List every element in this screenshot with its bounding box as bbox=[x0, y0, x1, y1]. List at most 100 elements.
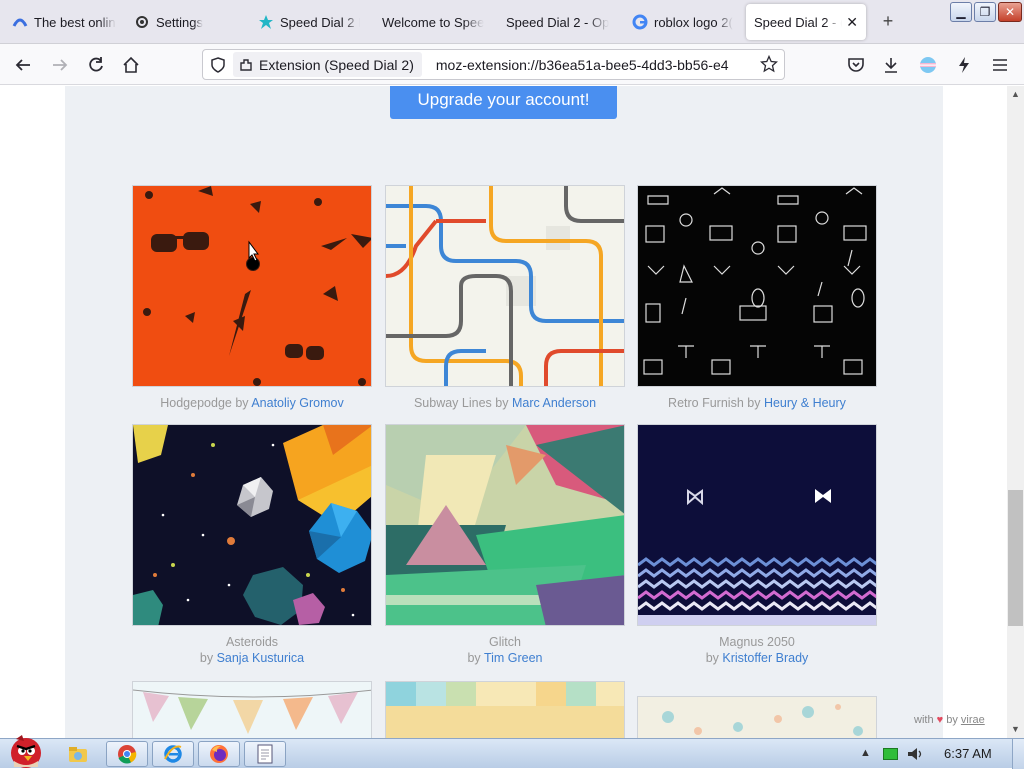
author-link[interactable]: Tim Green bbox=[484, 651, 543, 665]
wallpaper-caption: Subway Lines by Marc Anderson bbox=[385, 395, 625, 411]
lightning-icon bbox=[959, 57, 969, 73]
taskbar-firefox[interactable] bbox=[198, 741, 240, 767]
wallpaper-card-bunting[interactable] bbox=[132, 681, 372, 738]
credit-by-label: by bbox=[946, 714, 958, 726]
taskbar-chrome[interactable] bbox=[106, 741, 148, 767]
network-icon[interactable] bbox=[883, 748, 898, 760]
wallpaper-thumbnail[interactable] bbox=[637, 185, 877, 387]
wallpaper-caption: Magnus 2050 by Kristoffer Brady bbox=[637, 634, 877, 666]
wallpaper-thumbnail[interactable] bbox=[637, 424, 877, 626]
tracking-shield-icon[interactable] bbox=[203, 56, 233, 73]
show-desktop-button[interactable] bbox=[1012, 739, 1024, 769]
wallpaper-thumbnail[interactable] bbox=[385, 681, 625, 738]
author-link[interactable]: Kristoffer Brady bbox=[722, 651, 808, 665]
wallpaper-thumbnail[interactable] bbox=[637, 696, 877, 738]
wallpaper-thumbnail[interactable] bbox=[385, 424, 625, 626]
taskbar-explorer[interactable] bbox=[58, 741, 98, 767]
tab-4[interactable]: Welcome to Spee bbox=[374, 4, 492, 40]
site-identity[interactable]: Extension (Speed Dial 2) bbox=[233, 52, 422, 77]
menu-button[interactable] bbox=[987, 52, 1013, 78]
back-arrow-icon bbox=[15, 59, 30, 71]
extensions-button[interactable] bbox=[951, 52, 977, 78]
extension-icon bbox=[239, 58, 253, 72]
url-text[interactable]: moz-extension://b36ea51a-bee5-4dd3-bb56-… bbox=[436, 57, 754, 73]
chrome-icon bbox=[118, 745, 137, 764]
wallpaper-card-pastel[interactable] bbox=[385, 681, 625, 738]
tab-label: Settings bbox=[156, 14, 203, 30]
mullvad-icon bbox=[12, 14, 28, 30]
tab-1[interactable]: The best onlin bbox=[4, 4, 124, 40]
by-label: by bbox=[199, 651, 214, 665]
tab-2[interactable]: Settings bbox=[126, 4, 244, 40]
wallpaper-card-floral[interactable] bbox=[637, 696, 877, 738]
reload-button[interactable] bbox=[83, 52, 109, 78]
page-content: Upgrade your account! Hodgepodge by Anat… bbox=[0, 86, 1007, 738]
wallpaper-card-magnus-2050[interactable]: Magnus 2050 by Kristoffer Brady bbox=[637, 424, 877, 666]
wallpaper-thumbnail[interactable] bbox=[132, 424, 372, 626]
upgrade-account-button[interactable]: Upgrade your account! bbox=[390, 86, 617, 119]
tab-label: Speed Dial 2 - Op bbox=[506, 14, 610, 30]
tab-3[interactable]: Speed Dial 2 I bbox=[250, 4, 368, 40]
scroll-up-icon[interactable]: ▲ bbox=[1007, 86, 1024, 103]
wallpaper-thumbnail[interactable] bbox=[385, 185, 625, 387]
address-bar[interactable]: Extension (Speed Dial 2) moz-extension:/… bbox=[202, 49, 785, 80]
home-button[interactable] bbox=[118, 52, 144, 78]
restore-button[interactable]: ❐ bbox=[974, 2, 996, 22]
minimize-icon: ▁ bbox=[956, 5, 966, 19]
bookmark-star-icon[interactable] bbox=[759, 54, 779, 78]
new-tab-button[interactable]: + bbox=[877, 10, 899, 32]
wallpaper-card-subway-lines[interactable]: Subway Lines by Marc Anderson bbox=[385, 185, 625, 411]
restore-icon: ❐ bbox=[979, 5, 991, 19]
wallpaper-card-retro-furnish[interactable]: Retro Furnish by Heury & Heury bbox=[637, 185, 877, 411]
wallpaper-card-asteroids[interactable]: Asteroids by Sanja Kusturica bbox=[132, 424, 372, 666]
downloads-button[interactable] bbox=[878, 52, 904, 78]
vertical-scrollbar[interactable]: ▲ ▼ bbox=[1007, 86, 1024, 738]
tab-label: The best onlin bbox=[34, 14, 116, 30]
account-avatar-icon bbox=[920, 57, 936, 73]
taskbar-notepad[interactable] bbox=[244, 741, 286, 767]
credit-author-link[interactable]: virae bbox=[961, 714, 985, 726]
wallpaper-caption: Hodgepodge by Anatoliy Gromov bbox=[132, 395, 372, 411]
tab-6[interactable]: roblox logo 2( bbox=[624, 4, 742, 40]
close-tab-icon[interactable]: ✕ bbox=[846, 14, 858, 31]
forward-arrow-icon bbox=[53, 59, 68, 71]
wallpaper-card-glitch[interactable]: Glitch by Tim Green bbox=[385, 424, 625, 666]
start-button[interactable] bbox=[2, 731, 48, 769]
account-button[interactable] bbox=[915, 52, 941, 78]
notepad-icon bbox=[257, 744, 273, 764]
taskbar-ie[interactable] bbox=[152, 741, 194, 767]
pocket-button[interactable] bbox=[843, 52, 869, 78]
system-clock[interactable]: 6:37 AM bbox=[944, 746, 992, 761]
wallpaper-thumbnail[interactable] bbox=[132, 681, 372, 738]
wallpaper-caption: Retro Furnish by Heury & Heury bbox=[637, 395, 877, 411]
author-link[interactable]: Heury & Heury bbox=[764, 396, 846, 410]
ie-icon bbox=[164, 745, 182, 763]
heart-icon: ♥ bbox=[936, 714, 944, 726]
forward-button[interactable] bbox=[47, 52, 73, 78]
speed-dial-icon bbox=[258, 14, 274, 30]
scroll-down-icon[interactable]: ▼ bbox=[1007, 721, 1024, 738]
credit-text: with ♥ by virae bbox=[914, 714, 985, 726]
wallpaper-title: Subway Lines bbox=[413, 396, 492, 410]
show-hidden-icons-icon[interactable]: ▲ bbox=[860, 747, 871, 759]
navigation-bar: Extension (Speed Dial 2) moz-extension:/… bbox=[0, 44, 1024, 85]
by-label: by bbox=[467, 651, 481, 665]
minimize-button[interactable]: ▁ bbox=[950, 2, 972, 22]
author-link[interactable]: Anatoliy Gromov bbox=[251, 396, 343, 410]
wallpaper-caption: Glitch by Tim Green bbox=[385, 634, 625, 666]
tab-5[interactable]: Speed Dial 2 - Op bbox=[498, 4, 618, 40]
tab-label: Welcome to Spee bbox=[382, 14, 484, 30]
wallpaper-thumbnail[interactable] bbox=[132, 185, 372, 387]
author-link[interactable]: Marc Anderson bbox=[512, 396, 596, 410]
tab-active[interactable]: Speed Dial 2 - ( ✕ bbox=[746, 4, 866, 40]
close-window-button[interactable]: ✕ bbox=[998, 2, 1022, 22]
explorer-icon bbox=[69, 747, 87, 762]
firefox-icon bbox=[210, 745, 228, 763]
back-button[interactable] bbox=[10, 52, 36, 78]
wallpaper-card-hodgepodge[interactable]: Hodgepodge by Anatoliy Gromov bbox=[132, 185, 372, 411]
wallpaper-title: Hodgepodge bbox=[160, 396, 232, 410]
scrollbar-thumb[interactable] bbox=[1008, 490, 1023, 626]
volume-icon[interactable] bbox=[906, 745, 924, 768]
author-link[interactable]: Sanja Kusturica bbox=[217, 651, 305, 665]
tab-label: roblox logo 2( bbox=[654, 14, 733, 30]
